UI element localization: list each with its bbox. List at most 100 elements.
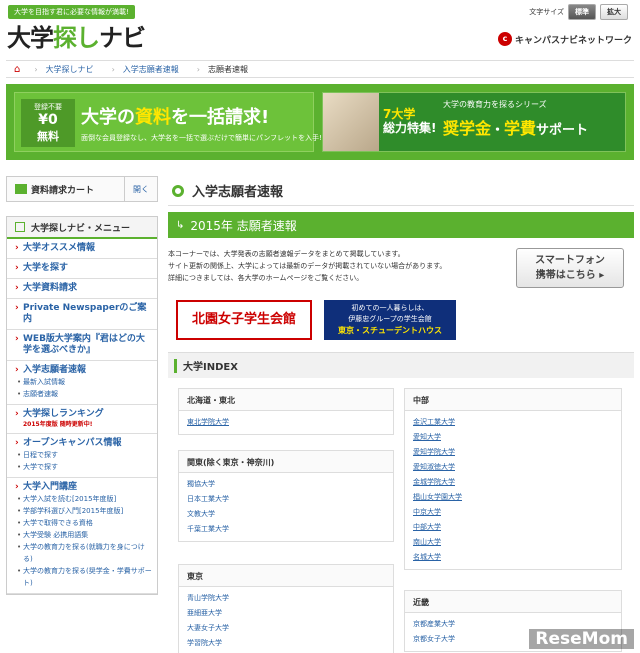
site-logo[interactable]: 大学探しナビ (7, 18, 146, 53)
logo-suffix: ナビ (99, 24, 146, 52)
menu-subitem[interactable]: 大学入試を読む[2015年度版] (15, 493, 153, 505)
menu-group: 入学志願者速報最新入試情報志願者速報 (7, 361, 157, 405)
university-link[interactable]: 金沢工業大学 (413, 415, 613, 430)
home-icon[interactable]: ⌂ (14, 64, 20, 75)
menu-item[interactable]: 大学入門講座 (15, 482, 153, 493)
menu-item[interactable]: WEB版大学案内『君はどの大学を選ぶべきか』 (15, 334, 153, 356)
menu-item[interactable]: 大学を探す (15, 263, 153, 274)
breadcrumb-separator-icon: › (196, 64, 200, 74)
university-link[interactable]: 大妻女子大学 (187, 621, 385, 636)
font-size-label: 文字サイズ (529, 8, 564, 16)
region-box: 中部 金沢工業大学 愛知大学 愛知学院大学 愛知淑徳大学 金城学院大学 椙山女学園大学 中京大… (404, 388, 622, 570)
university-link[interactable]: 愛知大学 (413, 430, 613, 445)
university-link[interactable]: 亜細亜大学 (187, 606, 385, 621)
university-link[interactable]: 名城大学 (413, 550, 613, 565)
university-link[interactable]: 南山大学 (413, 535, 613, 550)
scholarship-banner[interactable]: 7大学 総力特集! 大学の教育力を探るシリーズ 奨学金・学費サポート (322, 92, 626, 152)
banner-photo (323, 93, 379, 151)
logo-prefix: 大学 (7, 24, 54, 52)
promo-banner-area: 登録不要 ¥0 無料 大学の資料を一括請求! 面倒な会員登録なし、大学名を一括で… (6, 84, 634, 160)
menu-subitem[interactable]: 大学の教育力を探る(就職力を身につける) (15, 541, 153, 565)
tagline: 大学を目指す君に必要な情報が満載! (8, 5, 135, 19)
menu-item[interactable]: 大学探しランキング (15, 409, 153, 420)
menu-subitem[interactable]: 学部学科選び入門[2015年度版] (15, 505, 153, 517)
smartphone-line2: 携帯はこちら (535, 270, 596, 281)
university-link[interactable]: 中京大学 (413, 505, 613, 520)
menu-subitem[interactable]: 大学の教育力を探る(奨学金・学費サポート) (15, 565, 153, 589)
student-house-ad[interactable]: 初めての一人暮らしは、 伊藤忠グループの学生会館 東京・スチューデントハウス (324, 300, 456, 340)
kitazono-ad[interactable]: 北園女子学生会館 (176, 300, 312, 340)
price-label: ¥0 (38, 112, 58, 128)
menu-item[interactable]: 大学資料請求 (15, 283, 153, 294)
sidebar: 資料請求カート 開く 大学探しナビ・メニュー 大学オススメ情報大学を探す大学資料… (6, 176, 158, 595)
university-link[interactable]: 東北学院大学 (187, 415, 385, 430)
font-standard-button[interactable]: 標準 (568, 4, 596, 20)
smartphone-button[interactable]: スマートフォン 携帯はこちら ▸ (516, 248, 624, 288)
request-cart: 資料請求カート 開く (6, 176, 158, 202)
feature-label: 7大学 総力特集! (383, 107, 436, 135)
menu-subitem[interactable]: 大学で取得できる資格 (15, 517, 153, 529)
university-link[interactable]: 中部大学 (413, 520, 613, 535)
university-link[interactable]: 獨協大学 (187, 477, 385, 492)
ad-area: 北園女子学生会館 初めての一人暮らしは、 伊藤忠グループの学生会館 東京・スチュ… (168, 300, 634, 340)
menu-subitem[interactable]: 大学で探す (15, 461, 153, 473)
breadcrumb-item[interactable]: 入学志願者速報 (123, 64, 179, 75)
main-content: 入学志願者速報 ↳ 2015年 志願者速報 本コーナーでは、大学発表の志願者速報… (168, 176, 634, 653)
ad2-line1: 初めての一人暮らしは、 (351, 304, 429, 312)
university-link[interactable]: 愛知学院大学 (413, 445, 613, 460)
menu-title: 大学探しナビ・メニュー (31, 223, 131, 234)
menu-group: オープンキャンパス情報日程で探す大学で探す (7, 434, 157, 478)
menu-item[interactable]: 大学オススメ情報 (15, 243, 153, 254)
feature-count: 7大学 (383, 107, 416, 121)
university-link[interactable]: 学習院大学 (187, 636, 385, 651)
banner-headline: 大学の資料を一括請求! (81, 103, 269, 129)
bulk-request-banner[interactable]: 登録不要 ¥0 無料 大学の資料を一括請求! 面倒な会員登録なし、大学名を一括で… (14, 92, 322, 152)
university-link[interactable]: 愛知淑徳大学 (413, 460, 613, 475)
menu-subitem[interactable]: 最新入試情報 (15, 376, 153, 388)
university-link[interactable]: 青山学院大学 (187, 591, 385, 606)
page-title: 入学志願者速報 (168, 176, 634, 206)
region-heading: 近畿 (405, 591, 621, 613)
font-large-button[interactable]: 拡大 (600, 4, 628, 20)
logo-mid: 探し (53, 24, 100, 52)
breadcrumb-separator-icon: › (111, 64, 115, 74)
menu-item[interactable]: Private Newspaperのご案内 (15, 303, 153, 325)
menu-subitem[interactable]: 志願者速報 (15, 388, 153, 400)
university-list: 金沢工業大学 愛知大学 愛知学院大学 愛知淑徳大学 金城学院大学 椙山女学園大学 中京大学中… (405, 411, 621, 569)
region-heading: 関東(除く東京・神奈川) (179, 451, 393, 473)
corner-arrow-icon: ↳ (176, 219, 185, 231)
menu-group: 大学オススメ情報 (7, 239, 157, 259)
feature-text: 総力特集! (383, 121, 437, 135)
menu-group: Private Newspaperのご案内 (7, 299, 157, 330)
cart-open-button[interactable]: 開く (124, 177, 157, 201)
watermark: ReseMom (529, 629, 634, 649)
section-title: ↳ 2015年 志願者速報 (168, 212, 634, 238)
university-link[interactable]: 日本工業大学 (187, 492, 385, 507)
university-link[interactable]: 金城学院大学 (413, 475, 613, 490)
menu-subitem[interactable]: 大学受験 必携用語集 (15, 529, 153, 541)
menu-item[interactable]: オープンキャンパス情報 (15, 438, 153, 449)
menu-group: WEB版大学案内『君はどの大学を選ぶべきか』 (7, 330, 157, 361)
series-label: 大学の教育力を探るシリーズ (443, 100, 547, 109)
menu-subitem[interactable]: 日程で探す (15, 449, 153, 461)
university-link[interactable]: 千葉工業大学 (187, 522, 385, 537)
ad2-line2: 伊藤忠グループの学生会館 (348, 315, 432, 323)
breadcrumb-item[interactable]: 大学探しナビ (46, 64, 94, 75)
university-list: 東北学院大学 (179, 411, 393, 434)
university-link[interactable]: 文教大学 (187, 507, 385, 522)
network-icon: c (497, 32, 512, 46)
university-list: 青山学院大学 亜細亜大学 大妻女子大学 学習院大学 (179, 587, 393, 653)
scholar-part: サポート (536, 123, 589, 138)
network-logo[interactable]: c キャンパスナビネットワーク (497, 32, 632, 46)
region-grid: 北海道・東北 東北学院大学 関東(除く東京・神奈川) 獨協大学 日本工業大学 文教大学 千葉… (168, 378, 634, 653)
region-box: 関東(除く東京・神奈川) 獨協大学 日本工業大学 文教大学 千葉工業大学 (178, 450, 394, 542)
university-link[interactable]: 椙山女学園大学 (413, 490, 613, 505)
menu-item[interactable]: 入学志願者速報 (15, 365, 153, 376)
page-title-text: 入学志願者速報 (192, 185, 284, 200)
menu-icon (15, 222, 25, 232)
breadcrumb-current: 志願者速報 (207, 64, 248, 74)
free-label: 無料 (37, 130, 59, 143)
menu-group: 大学入門講座大学入試を読む[2015年度版]学部学科選び入門[2015年度版]大… (7, 478, 157, 594)
site-header: 大学を目指す君に必要な情報が満載! 大学探しナビ 文字サイズ 標準 拡大 c キ… (0, 0, 640, 56)
title-bullet-icon (172, 184, 184, 197)
